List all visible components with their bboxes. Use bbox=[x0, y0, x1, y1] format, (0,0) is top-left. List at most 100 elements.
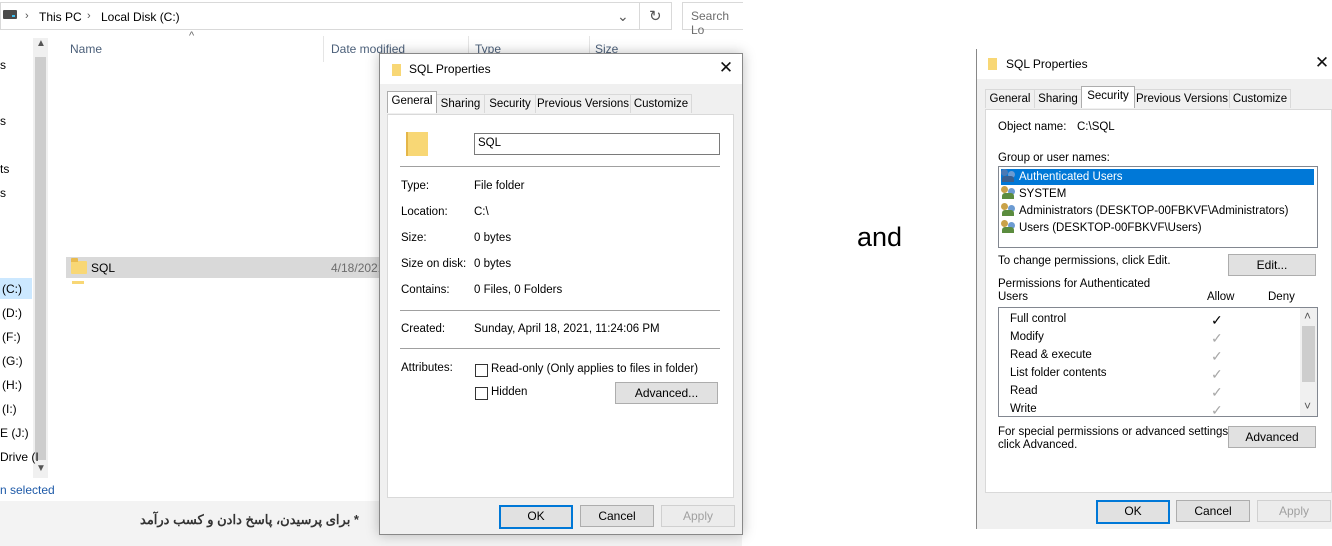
permissions-scroll-thumb[interactable] bbox=[1302, 326, 1315, 382]
tab-sharing[interactable]: Sharing bbox=[436, 94, 485, 113]
hidden-label[interactable]: Hidden bbox=[491, 386, 527, 398]
sort-chevron-icon: ^ bbox=[189, 30, 195, 42]
scroll-up-arrow-icon[interactable]: ˄ bbox=[1304, 309, 1311, 323]
dialog-titlebar[interactable]: SQL Properties ✕ bbox=[380, 54, 742, 84]
breadcrumb-local-disk[interactable]: Local Disk (C:) bbox=[101, 10, 180, 24]
readonly-checkbox[interactable] bbox=[475, 364, 488, 377]
allow-check-icon: ✓ bbox=[1211, 312, 1223, 328]
advanced-button[interactable]: Advanced... bbox=[615, 382, 718, 404]
cancel-button[interactable]: Cancel bbox=[1176, 500, 1250, 522]
edit-button[interactable]: Edit... bbox=[1228, 254, 1316, 276]
contains-label: Contains: bbox=[401, 284, 450, 296]
column-header-name[interactable]: Name bbox=[70, 42, 102, 56]
dialog-title: SQL Properties bbox=[409, 62, 491, 76]
nav-item-drive-i[interactable]: (I:) bbox=[2, 402, 17, 416]
permission-name: Full control bbox=[1010, 313, 1067, 325]
tab-security[interactable]: Security bbox=[1081, 86, 1135, 108]
folder-name-value[interactable]: SQL bbox=[478, 137, 501, 149]
nav-item-drive-d[interactable]: (D:) bbox=[2, 306, 22, 320]
allow-check-icon: ✓ bbox=[1211, 402, 1223, 417]
group-names-label: Group or user names: bbox=[998, 152, 1110, 164]
created-value: Sunday, April 18, 2021, 11:24:06 PM bbox=[474, 323, 660, 335]
close-icon[interactable]: ✕ bbox=[717, 59, 735, 77]
nav-item-drive-j[interactable]: E (J:) bbox=[0, 426, 29, 440]
column-divider bbox=[323, 36, 324, 62]
nav-item[interactable]: s bbox=[0, 58, 6, 72]
scroll-down-arrow-icon[interactable]: ˅ bbox=[1304, 399, 1311, 413]
user-row-authenticated-users[interactable]: Authenticated Users bbox=[1000, 168, 1315, 186]
folder-icon bbox=[71, 258, 87, 274]
tab-sharing[interactable]: Sharing bbox=[1034, 89, 1082, 108]
type-label: Type: bbox=[401, 180, 430, 192]
search-input[interactable]: Search Lo bbox=[691, 9, 743, 37]
nav-item-drive-f[interactable]: (F:) bbox=[2, 330, 21, 344]
tab-customize[interactable]: Customize bbox=[1229, 89, 1291, 108]
location-value: C:\ bbox=[474, 206, 489, 218]
breadcrumb-chevron-icon: › bbox=[87, 10, 91, 22]
user-row-system[interactable]: SYSTEM bbox=[1001, 186, 1066, 202]
divider bbox=[400, 166, 720, 167]
scroll-up-arrow-icon[interactable]: ▲ bbox=[36, 38, 46, 49]
file-row-name[interactable]: SQL bbox=[91, 261, 115, 275]
properties-dialog-security: SQL Properties ✕ General Sharing Securit… bbox=[976, 49, 1332, 529]
special-permissions-text-line1: For special permissions or advanced sett… bbox=[998, 426, 1232, 438]
allow-check-icon: ✓ bbox=[1211, 366, 1223, 382]
users-group-icon bbox=[1001, 203, 1017, 216]
nav-item[interactable]: ts bbox=[0, 162, 9, 176]
general-panel: SQL Type: File folder Location: C:\ Size… bbox=[387, 114, 734, 498]
tab-strip: General Sharing Security Previous Versio… bbox=[387, 91, 735, 114]
permissions-list[interactable]: Full control ✓ Modify ✓ Read & execute ✓… bbox=[998, 307, 1318, 417]
nav-pane-scroll-thumb[interactable] bbox=[35, 57, 46, 460]
breadcrumb-this-pc[interactable]: This PC bbox=[39, 10, 82, 24]
nav-item[interactable]: s bbox=[0, 186, 6, 200]
user-name: Users (DESKTOP-00FBKVF\Users) bbox=[1019, 222, 1202, 234]
user-row-users[interactable]: Users (DESKTOP-00FBKVF\Users) bbox=[1001, 220, 1202, 236]
search-box[interactable]: Search Lo bbox=[682, 2, 743, 37]
nav-item-drive-g[interactable]: (G:) bbox=[2, 354, 23, 368]
size-on-disk-value: 0 bytes bbox=[474, 258, 512, 270]
tab-general[interactable]: General bbox=[985, 89, 1035, 108]
file-row-date: 4/18/2021 bbox=[331, 261, 385, 275]
tab-previous-versions[interactable]: Previous Versions bbox=[535, 94, 631, 113]
folder-name-field[interactable]: SQL bbox=[474, 133, 720, 155]
refresh-icon[interactable]: ↻ bbox=[649, 7, 662, 25]
nav-item-drive-h[interactable]: (H:) bbox=[2, 378, 22, 392]
readonly-label[interactable]: Read-only (Only applies to files in fold… bbox=[491, 363, 698, 375]
nav-item[interactable]: s bbox=[0, 114, 6, 128]
drive-icon-led bbox=[12, 15, 15, 17]
cancel-button[interactable]: Cancel bbox=[580, 505, 654, 527]
tab-security[interactable]: Security bbox=[484, 94, 536, 113]
folder-large-icon bbox=[406, 132, 428, 156]
scroll-down-arrow-icon[interactable]: ▼ bbox=[36, 463, 46, 474]
nav-item-drive-c[interactable]: (C:) bbox=[2, 282, 22, 296]
advanced-button[interactable]: Advanced bbox=[1228, 426, 1316, 448]
dialog-titlebar[interactable]: SQL Properties ✕ bbox=[977, 49, 1332, 79]
size-on-disk-label: Size on disk: bbox=[401, 258, 467, 270]
hidden-checkbox[interactable] bbox=[475, 387, 488, 400]
address-bar[interactable]: › This PC › Local Disk (C:) ⌄ ↻ bbox=[0, 2, 672, 30]
tab-previous-versions[interactable]: Previous Versions bbox=[1134, 89, 1230, 108]
apply-button[interactable]: Apply bbox=[661, 505, 735, 527]
permission-name: Modify bbox=[1010, 331, 1044, 343]
tab-customize[interactable]: Customize bbox=[630, 94, 692, 113]
contains-value: 0 Files, 0 Folders bbox=[474, 284, 563, 296]
permission-name: List folder contents bbox=[1010, 367, 1107, 379]
apply-button[interactable]: Apply bbox=[1257, 500, 1331, 522]
ok-button[interactable]: OK bbox=[499, 505, 573, 529]
ok-button[interactable]: OK bbox=[1096, 500, 1170, 524]
created-label: Created: bbox=[401, 323, 446, 335]
user-list[interactable]: Authenticated Users SYSTEM Administrator… bbox=[998, 166, 1318, 248]
close-icon[interactable]: ✕ bbox=[1313, 54, 1331, 72]
tab-strip: General Sharing Security Previous Versio… bbox=[985, 86, 1332, 109]
object-name-label: Object name: bbox=[998, 121, 1067, 133]
divider bbox=[400, 348, 720, 349]
nav-item-drive[interactable]: Drive (I bbox=[0, 450, 39, 464]
user-row-administrators[interactable]: Administrators (DESKTOP-00FBKVF\Administ… bbox=[1001, 203, 1288, 219]
size-label: Size: bbox=[401, 232, 427, 244]
history-dropdown-icon[interactable]: ⌄ bbox=[617, 8, 629, 25]
permissions-header-line2: Users bbox=[998, 291, 1029, 303]
dialog-title: SQL Properties bbox=[1006, 57, 1088, 71]
user-name: SYSTEM bbox=[1019, 188, 1067, 200]
tab-general[interactable]: General bbox=[387, 91, 437, 113]
allow-check-icon: ✓ bbox=[1211, 330, 1223, 346]
